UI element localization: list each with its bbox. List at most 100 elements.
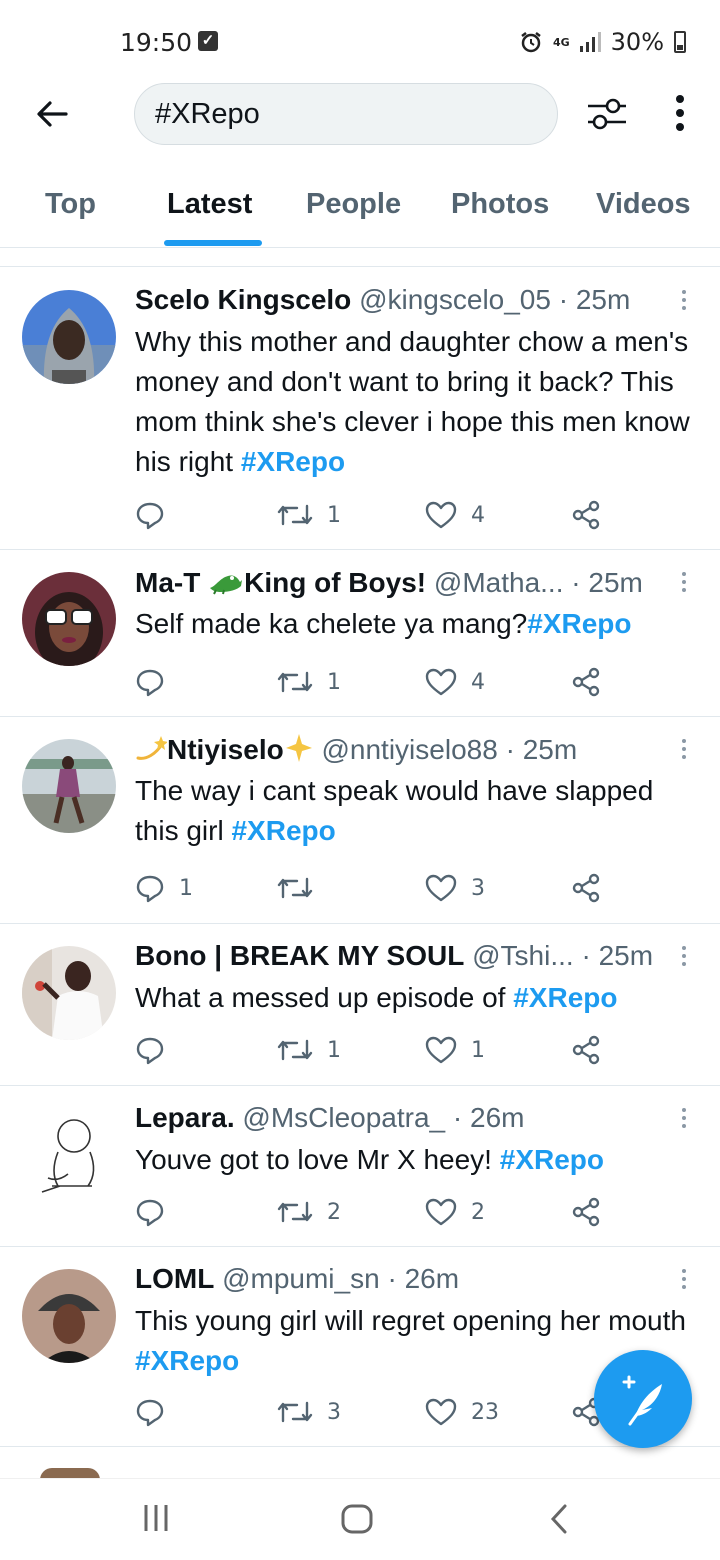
active-tab-indicator (164, 240, 262, 246)
author-name[interactable]: Ntiyiselo (135, 734, 314, 765)
tweet-header: LOML @mpumi_sn · 26m (135, 1263, 460, 1294)
back-arrow-icon[interactable] (32, 94, 72, 134)
tab-photos[interactable]: Photos (451, 188, 549, 221)
tab-videos[interactable]: Videos (596, 188, 691, 221)
author-handle[interactable]: @kingscelo_05 (359, 284, 551, 315)
avatar[interactable] (22, 572, 116, 666)
share-button[interactable] (571, 1033, 601, 1067)
compose-feather-icon (622, 1375, 662, 1426)
retweet-button[interactable]: 1 (277, 1033, 341, 1067)
home-icon[interactable] (340, 1503, 374, 1535)
tweet[interactable]: Scelo Kingscelo @kingscelo_05 · 25m Why … (0, 268, 720, 550)
hashtag-link[interactable]: #XRepo (527, 608, 631, 639)
like-button[interactable]: 4 (425, 498, 485, 532)
like-button[interactable]: 2 (425, 1195, 485, 1229)
retweet-button[interactable] (277, 871, 327, 905)
divider (0, 266, 720, 267)
author-name[interactable]: Bono | BREAK MY SOUL (135, 940, 464, 971)
system-navigation-bar (0, 1478, 720, 1560)
reply-button[interactable] (135, 1033, 179, 1067)
reply-button[interactable] (135, 665, 179, 699)
tweet-text: Why this mother and daughter chow a men'… (135, 326, 690, 477)
author-handle[interactable]: @nntiyiselo88 (321, 734, 497, 765)
hashtag-link[interactable]: #XRepo (231, 815, 335, 846)
share-button[interactable] (571, 1195, 601, 1229)
author-name[interactable]: Scelo Kingscelo (135, 284, 351, 315)
retweet-icon (277, 504, 313, 526)
retweet-button[interactable]: 1 (277, 665, 341, 699)
status-indicators: 4G 30% (519, 28, 686, 56)
search-header: #XRepo (0, 80, 720, 160)
tab-latest[interactable]: Latest (167, 188, 252, 221)
heart-icon (425, 1036, 457, 1064)
avatar[interactable] (22, 739, 116, 833)
tweet[interactable]: Ntiyiselo @nntiyiselo88 · 25m The way i … (0, 717, 720, 924)
tweet-text: What a messed up episode of #XRepo (135, 982, 618, 1013)
avatar[interactable] (22, 1108, 116, 1202)
author-handle[interactable]: @Tshi... (472, 940, 574, 971)
status-time: 19:50 (120, 28, 193, 57)
tweet[interactable]: Bono | BREAK MY SOUL @Tshi... · 25m What… (0, 924, 720, 1086)
like-button[interactable]: 1 (425, 1033, 485, 1067)
share-button[interactable] (571, 498, 601, 532)
like-count: 3 (471, 875, 485, 901)
tweet-actions: 1 3 (135, 871, 615, 905)
retweet-button[interactable]: 2 (277, 1195, 341, 1229)
tweet-header: Bono | BREAK MY SOUL @Tshi... · 25m (135, 940, 654, 971)
tweet-time: 26m (470, 1102, 525, 1133)
avatar[interactable] (22, 1269, 116, 1363)
tweet[interactable]: Lepara. @MsCleopatra_ · 26m Youve got to… (0, 1086, 720, 1247)
tweet-more-icon[interactable] (681, 739, 687, 765)
tweet-text: Self made ka chelete ya mang?#XRepo (135, 608, 632, 639)
share-button[interactable] (571, 665, 601, 699)
reply-button[interactable]: 1 (135, 871, 193, 905)
tweet-more-icon[interactable] (681, 290, 687, 316)
compose-tweet-button[interactable] (594, 1350, 692, 1448)
like-button[interactable]: 23 (425, 1395, 499, 1429)
hashtag-link[interactable]: #XRepo (241, 446, 345, 477)
tweet-actions: 1 4 (135, 665, 615, 699)
author-name[interactable]: LOML (135, 1263, 214, 1294)
reply-button[interactable] (135, 1395, 179, 1429)
hashtag-link[interactable]: #XRepo (513, 982, 617, 1013)
tweet-more-icon[interactable] (681, 1108, 687, 1134)
tab-top[interactable]: Top (45, 188, 96, 221)
reply-button[interactable] (135, 1195, 179, 1229)
like-button[interactable]: 3 (425, 871, 485, 905)
battery-icon (674, 31, 686, 53)
tweet-time: 25m (598, 940, 654, 971)
author-name[interactable]: Lepara. (135, 1102, 235, 1133)
tweet-time: 25m (522, 734, 578, 765)
search-tabs: Top Latest People Photos Videos (0, 160, 720, 248)
retweet-button[interactable]: 3 (277, 1395, 341, 1429)
tweet-more-icon[interactable] (681, 1269, 687, 1295)
avatar[interactable] (22, 946, 116, 1040)
hashtag-link[interactable]: #XRepo (135, 1345, 239, 1376)
back-nav-icon[interactable] (548, 1503, 570, 1535)
tweet[interactable]: Ma-T King of Boys! @Matha... · 25m Self … (0, 550, 720, 717)
more-options-icon[interactable] (672, 94, 688, 134)
search-filter-icon[interactable] (586, 94, 628, 134)
retweet-icon (277, 671, 313, 693)
author-handle[interactable]: @MsCleopatra_ (242, 1102, 445, 1133)
like-button[interactable]: 4 (425, 665, 485, 699)
tweet-more-icon[interactable] (681, 946, 687, 972)
reply-count: 1 (179, 875, 193, 901)
search-input[interactable]: #XRepo (134, 83, 558, 145)
hashtag-link[interactable]: #XRepo (500, 1144, 604, 1175)
reply-button[interactable] (135, 498, 179, 532)
tweet-header: Ntiyiselo @nntiyiselo88 · 25m (135, 733, 675, 766)
tab-people[interactable]: People (306, 188, 401, 221)
retweet-count: 1 (327, 502, 341, 528)
recent-apps-icon[interactable] (142, 1503, 170, 1533)
share-button[interactable] (571, 871, 601, 905)
author-name[interactable]: Ma-T King of Boys! (135, 567, 426, 598)
avatar[interactable] (22, 290, 116, 384)
share-icon (572, 1197, 600, 1227)
reply-icon (136, 502, 164, 530)
tweet-more-icon[interactable] (681, 572, 687, 598)
retweet-button[interactable]: 1 (277, 498, 341, 532)
author-handle[interactable]: @mpumi_sn (222, 1263, 380, 1294)
retweet-count: 1 (327, 669, 341, 695)
author-handle[interactable]: @Matha... (434, 567, 564, 598)
